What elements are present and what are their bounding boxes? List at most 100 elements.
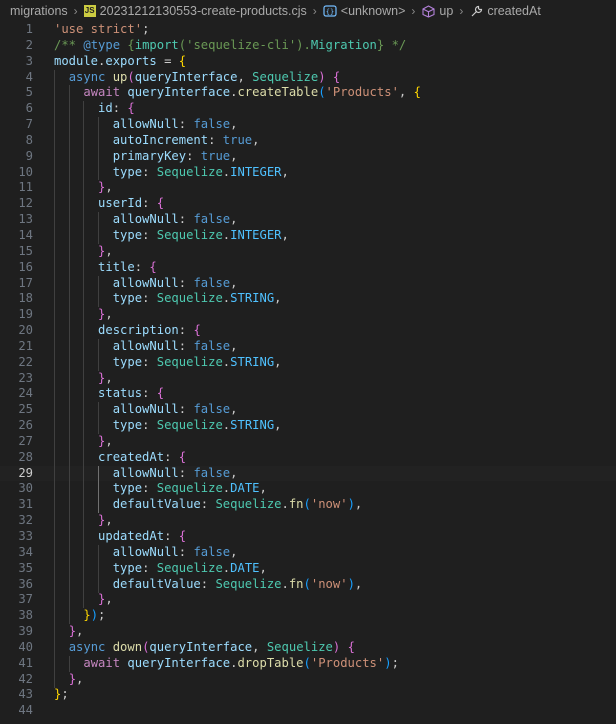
code-line[interactable]: 40 async down(queryInterface, Sequelize)…	[0, 640, 616, 656]
code-token: ,	[230, 402, 238, 417]
code-token: false	[193, 402, 231, 417]
code-line[interactable]: 34 allowNull: false,	[0, 545, 616, 561]
code-token: allowNull	[112, 338, 179, 353]
code-line[interactable]: 20 description: {	[0, 323, 616, 339]
code-token: (	[303, 497, 311, 512]
code-line[interactable]: 1 'use strict';	[0, 22, 616, 38]
code-line[interactable]: 2 /** @type {import('sequelize-cli').Migr…	[0, 38, 616, 54]
code-token: description	[98, 323, 179, 338]
code-line[interactable]: 27 },	[0, 434, 616, 450]
code-text: updatedAt: {	[54, 529, 186, 545]
line-number: 42	[18, 671, 33, 686]
code-line[interactable]: 38 });	[0, 608, 616, 624]
code-line[interactable]: 13 allowNull: false,	[0, 212, 616, 228]
code-token: :	[142, 196, 157, 211]
code-text: type: Sequelize.INTEGER,	[54, 228, 289, 244]
code-token: (	[127, 69, 135, 84]
breadcrumb-folder-label: migrations	[10, 4, 68, 18]
code-line[interactable]: 8 autoIncrement: true,	[0, 133, 616, 149]
line-number: 38	[18, 608, 33, 623]
code-line[interactable]: 28 createdAt: {	[0, 450, 616, 466]
code-line[interactable]: 11 },	[0, 180, 616, 196]
breadcrumb-symbol-createdat[interactable]: createdAt	[469, 4, 541, 18]
code-line[interactable]: 33 updatedAt: {	[0, 529, 616, 545]
svg-text:{}: {}	[326, 8, 334, 16]
code-token: createTable	[237, 85, 319, 100]
code-token: (	[303, 576, 311, 591]
code-line[interactable]: 43};	[0, 687, 616, 703]
code-text: });	[54, 608, 105, 624]
code-token: ,	[230, 148, 238, 163]
breadcrumb-file-label: 20231212130553-create-products.cjs	[99, 4, 307, 18]
indent-guide	[97, 402, 99, 435]
breadcrumb-folder[interactable]: migrations	[10, 4, 68, 18]
code-token: type	[112, 164, 143, 179]
code-line[interactable]: 21 allowNull: false,	[0, 339, 616, 355]
breadcrumb-symbol-up[interactable]: up	[421, 4, 453, 18]
code-token: DATE	[230, 560, 260, 575]
code-line[interactable]: 4 async up(queryInterface, Sequelize) {	[0, 70, 616, 86]
code-token: autoIncrement	[112, 132, 209, 147]
code-editor[interactable]: 1'use strict'; 2/** @type {import('sequel…	[0, 22, 616, 719]
code-token: false	[193, 275, 231, 290]
code-token: defaultValue	[112, 497, 201, 512]
code-line[interactable]: 14 type: Sequelize.INTEGER,	[0, 228, 616, 244]
wrench-icon	[469, 4, 483, 18]
code-line[interactable]: 9 primaryKey: true,	[0, 149, 616, 165]
code-line[interactable]: 25 allowNull: false,	[0, 402, 616, 418]
code-line[interactable]: 22 type: Sequelize.STRING,	[0, 355, 616, 371]
code-token: type	[112, 227, 143, 242]
code-text: autoIncrement: true,	[54, 132, 260, 149]
code-line[interactable]: 7 allowNull: false,	[0, 117, 616, 133]
code-line[interactable]: 17 allowNull: false,	[0, 276, 616, 292]
code-line[interactable]: 19 },	[0, 307, 616, 323]
code-line[interactable]: 26 type: Sequelize.STRING,	[0, 418, 616, 434]
code-line[interactable]: 41 await queryInterface.dropTable('Produ…	[0, 656, 616, 672]
code-line[interactable]: 31 defaultValue: Sequelize.fn('now'),	[0, 497, 616, 513]
code-line[interactable]: 29 allowNull: false,	[0, 465, 616, 482]
code-token: :	[178, 117, 194, 132]
code-token: allowNull	[112, 117, 179, 132]
line-number: 8	[25, 132, 33, 147]
code-line[interactable]: 12 userId: {	[0, 196, 616, 212]
code-line[interactable]: 5 await queryInterface.createTable('Prod…	[0, 85, 616, 101]
code-line[interactable]: 18 type: Sequelize.STRING,	[0, 291, 616, 307]
code-line[interactable]: 16 title: {	[0, 260, 616, 276]
code-line[interactable]: 30 type: Sequelize.DATE,	[0, 481, 616, 497]
code-token: )	[384, 655, 392, 670]
code-token: Sequelize	[252, 69, 319, 84]
code-token: :	[142, 354, 157, 369]
code-line[interactable]: 23 },	[0, 371, 616, 387]
code-token: {	[156, 386, 165, 401]
line-number: 13	[18, 212, 33, 227]
code-line[interactable]: 10 type: Sequelize.INTEGER,	[0, 165, 616, 181]
code-token: Sequelize	[156, 164, 223, 179]
code-line[interactable]: 15 },	[0, 244, 616, 260]
code-line[interactable]: 39 },	[0, 624, 616, 640]
code-token: false	[193, 117, 231, 132]
code-token: {	[156, 196, 165, 211]
code-token: :	[164, 529, 179, 543]
code-token: async	[68, 639, 106, 654]
breadcrumb-file[interactable]: JS 20231212130553-create-products.cjs	[83, 4, 307, 18]
code-line[interactable]: 35 type: Sequelize.DATE,	[0, 561, 616, 577]
code-line[interactable]: 32 },	[0, 513, 616, 529]
code-token: :	[142, 164, 157, 179]
chevron-right-icon: ›	[411, 4, 416, 18]
code-line[interactable]: 3 module.exports = {	[0, 54, 616, 70]
code-line[interactable]: 44	[0, 703, 616, 719]
code-line[interactable]: 6 id: {	[0, 101, 616, 117]
code-token: STRING	[230, 354, 275, 369]
breadcrumb: migrations › JS 20231212130553-create-pr…	[0, 0, 616, 22]
breadcrumb-symbol-unknown[interactable]: {} <unknown>	[323, 4, 405, 18]
code-line[interactable]: 42 },	[0, 672, 616, 688]
code-text: module.exports = {	[54, 54, 186, 70]
code-text: await queryInterface.createTable('Produc…	[54, 85, 421, 101]
code-line[interactable]: 36 defaultValue: Sequelize.fn('now'),	[0, 577, 616, 593]
code-line[interactable]: 24 status: {	[0, 386, 616, 402]
code-line[interactable]: 37 },	[0, 592, 616, 608]
code-token: type	[112, 354, 143, 369]
code-token: queryInterface	[127, 655, 231, 670]
